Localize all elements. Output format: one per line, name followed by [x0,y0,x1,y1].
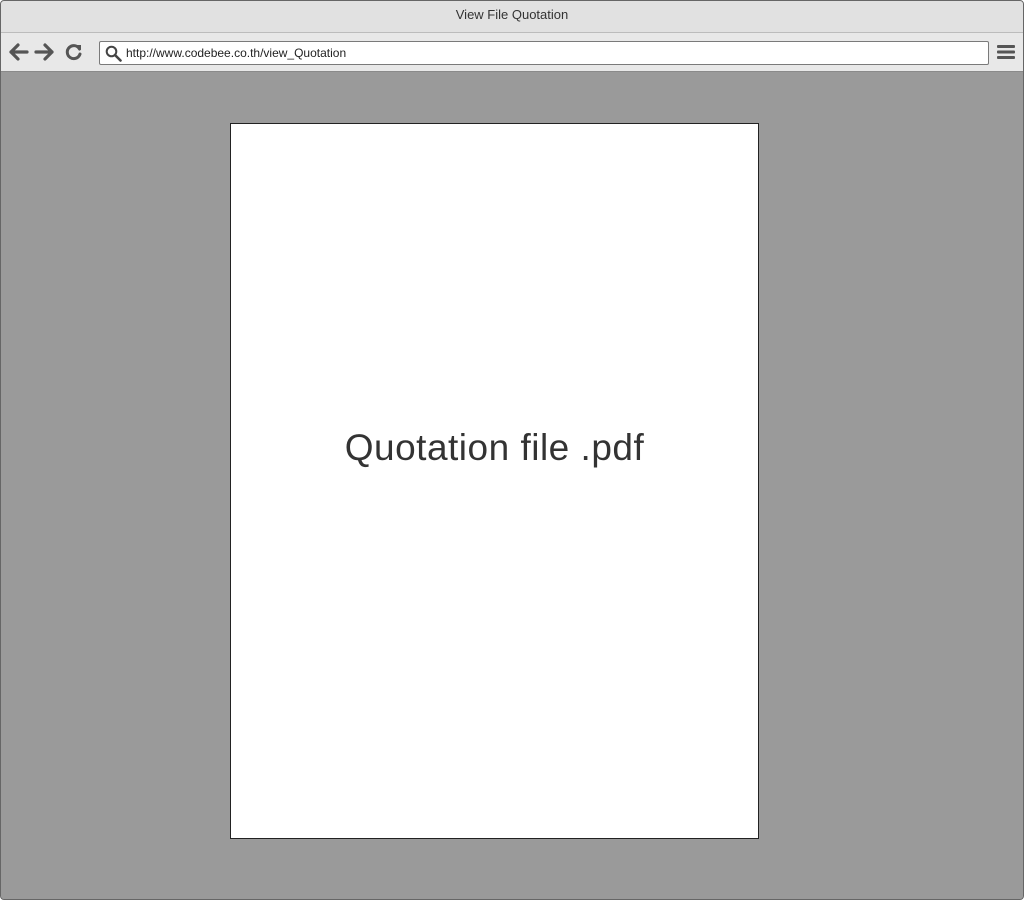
back-button[interactable] [9,42,29,62]
address-bar[interactable] [99,41,989,65]
window-title: View File Quotation [455,7,569,22]
reload-button[interactable] [64,42,84,62]
url-input[interactable] [126,44,976,61]
reload-icon [65,44,82,61]
arrow-left-icon [9,43,29,61]
menu-button[interactable] [996,42,1016,62]
title-bar: View File Quotation [1,1,1023,33]
search-icon [105,45,122,62]
document-page[interactable]: Quotation file .pdf [230,123,759,839]
viewer-area: Quotation file .pdf [1,72,1023,899]
browser-window: View File Quotation http://www.codebee.c… [0,0,1024,900]
forward-button[interactable] [34,42,54,62]
browser-toolbar [1,33,1023,72]
document-placeholder-label: Quotation file .pdf [344,427,645,468]
hamburger-menu-icon [997,45,1015,59]
arrow-right-icon [34,43,54,61]
